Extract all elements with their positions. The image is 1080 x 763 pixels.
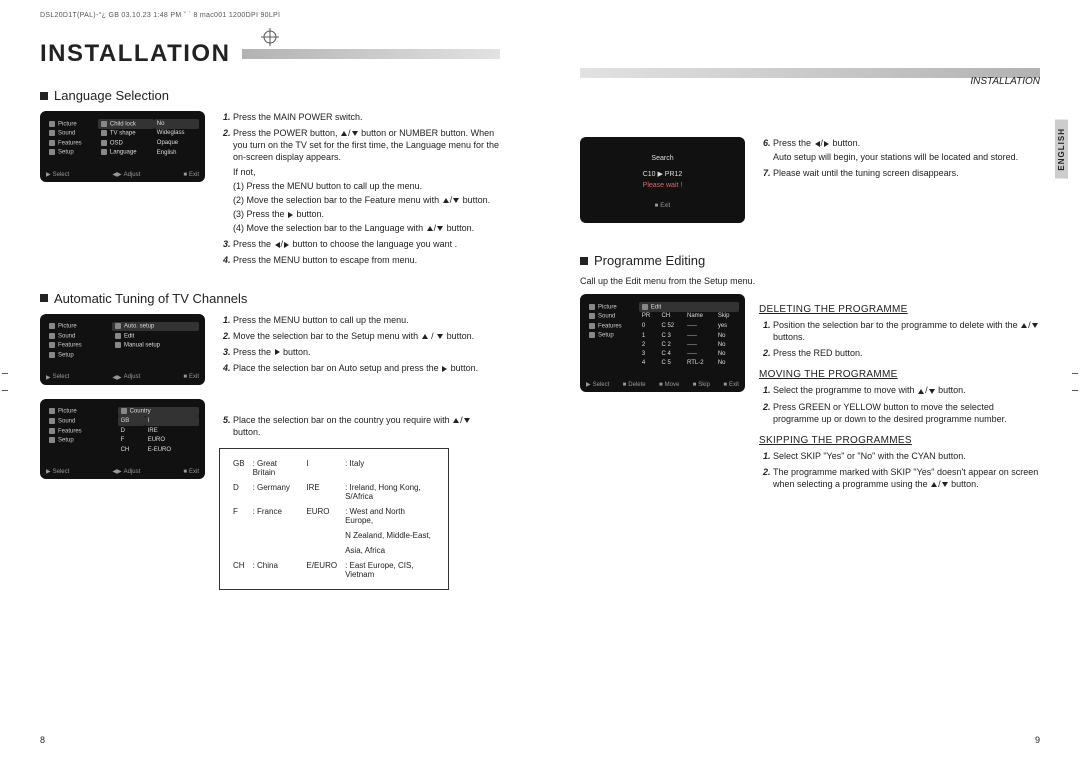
continued-steps: Press the / button. Auto setup will begi…	[759, 137, 1040, 179]
step-1: Press the MAIN POWER switch.	[233, 111, 500, 123]
osd-search: Search C10 ▶ PR12 Please wait ! ■ Exit	[580, 137, 745, 223]
step-3: Press the button.	[233, 346, 500, 358]
page-spread: DSL20D1T(PAL)-°¿ GB 03.10.23 1:48 PM ˘ `…	[0, 0, 1080, 763]
country-legend: GB: Great BritainI: Italy D: GermanyIRE:…	[219, 448, 449, 590]
heading-moving: MOVING THE PROGRAMME	[759, 369, 1040, 380]
page-left: DSL20D1T(PAL)-°¿ GB 03.10.23 1:48 PM ˘ `…	[0, 0, 540, 763]
osd-features-menu: PictureChild lockNo SoundTV shapeWidegla…	[40, 111, 205, 182]
step-1: Press the MENU button to call up the men…	[233, 314, 500, 326]
deleting-steps: Position the selection bar to the progra…	[759, 319, 1040, 359]
skipping-steps: Select SKIP "Yes" or "No" with the CYAN …	[759, 450, 1040, 490]
title-bar	[242, 49, 500, 59]
step-5: Place the selection bar on the country y…	[233, 414, 500, 438]
lang-block: PictureChild lockNo SoundTV shapeWidegla…	[40, 111, 500, 271]
del-step-2: Press the RED button.	[773, 347, 1040, 359]
step-4: Place the selection bar on Auto setup an…	[233, 362, 500, 374]
page-number: 8	[40, 735, 45, 745]
mov-step-1: Select the programme to move with / butt…	[773, 384, 1040, 396]
print-header: DSL20D1T(PAL)-°¿ GB 03.10.23 1:48 PM ˘ `…	[40, 12, 280, 19]
page-right: ENGLISH INSTALLATION Search C10 ▶ PR12 P…	[540, 0, 1080, 763]
step-7: Please wait until the tuning screen disa…	[773, 167, 1040, 179]
language-tab: ENGLISH	[1055, 120, 1068, 179]
auto-block: PictureAuto. setup SoundEdit FeaturesMan…	[40, 314, 500, 591]
pe-block: PictureEdit Sound PRCHNameSkip Features …	[580, 294, 1040, 494]
page-title: INSTALLATION	[40, 40, 230, 68]
skip-step-2: The programme marked with SKIP "Yes" doe…	[773, 466, 1040, 490]
step-6: Press the / button. Auto setup will begi…	[773, 137, 1040, 163]
bullet-icon	[580, 257, 588, 265]
osd-country-menu: PictureCountry SoundGBI FeaturesDIRE Set…	[40, 399, 205, 479]
bullet-icon	[40, 294, 48, 302]
bullet-icon	[40, 92, 48, 100]
skip-step-1: Select SKIP "Yes" or "No" with the CYAN …	[773, 450, 1040, 462]
osd-edit-menu: PictureEdit Sound PRCHNameSkip Features …	[580, 294, 745, 392]
step-4: Press the MENU button to escape from men…	[233, 254, 500, 266]
section-label: Language Selection	[54, 88, 169, 103]
heading-skipping: SKIPPING THE PROGRAMMES	[759, 435, 1040, 446]
heading-deleting: DELETING THE PROGRAMME	[759, 304, 1040, 315]
step-2: Press the POWER button, / button or NUMB…	[233, 127, 500, 234]
section-language-selection: Language Selection	[40, 88, 500, 103]
osd-setup-menu: PictureAuto. setup SoundEdit FeaturesMan…	[40, 314, 205, 385]
section-auto-tuning: Automatic Tuning of TV Channels	[40, 291, 500, 306]
mov-step-2: Press GREEN or YELLOW button to move the…	[773, 401, 1040, 425]
crop-mark-top	[261, 28, 279, 46]
right-top: Search C10 ▶ PR12 Please wait ! ■ Exit P…	[580, 137, 1040, 223]
step-2: Move the selection bar to the Setup menu…	[233, 330, 500, 342]
lang-steps: Press the MAIN POWER switch. Press the P…	[219, 111, 500, 267]
section-label: Automatic Tuning of TV Channels	[54, 291, 247, 306]
moving-steps: Select the programme to move with / butt…	[759, 384, 1040, 424]
section-label: Programme Editing	[594, 253, 705, 268]
del-step-1: Position the selection bar to the progra…	[773, 319, 1040, 343]
auto-steps: Press the MENU button to call up the men…	[219, 314, 500, 439]
section-programme-editing: Programme Editing	[580, 253, 1040, 268]
page-number: 9	[1035, 735, 1040, 745]
step-3: Press the / button to choose the languag…	[233, 238, 500, 250]
intro-text: Call up the Edit menu from the Setup men…	[580, 276, 1040, 286]
